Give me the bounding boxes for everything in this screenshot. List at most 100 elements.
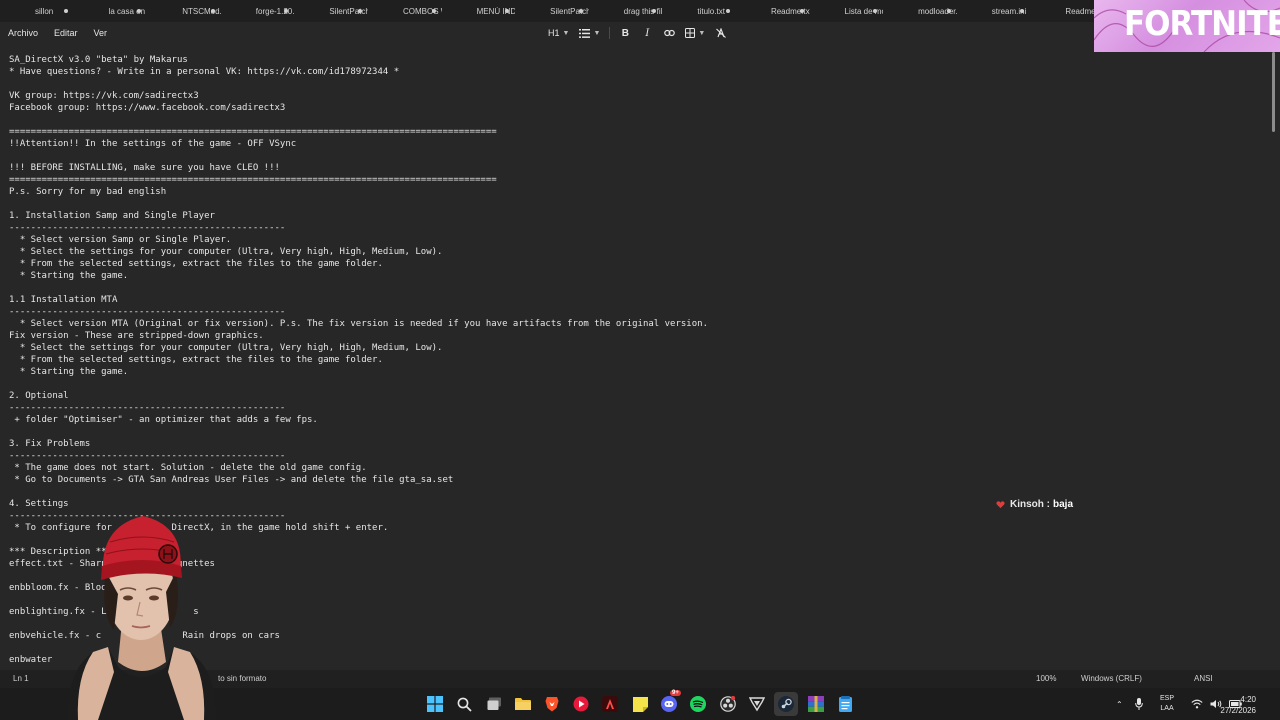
unsaved-dot-icon [63,9,68,13]
tab-label: titulo.txt [697,6,725,16]
notepad-icon [838,696,852,712]
spotify-icon [690,696,706,712]
tab-4[interactable]: SilentPatchE [294,0,368,22]
text-line: 2. Optional [9,391,69,401]
menu-view[interactable]: Ver [86,28,116,38]
discord-button[interactable]: 9+ [661,690,681,712]
tab-label: Lista de mods y cc [844,6,884,16]
text-line [9,426,1268,438]
clear-format-button[interactable] [712,24,730,42]
unsaved-dot-icon [210,9,215,13]
tab-13[interactable]: stream.ini [957,0,1031,22]
text-line: * Starting the game. [9,367,129,377]
tray-chevron-icon[interactable]: ⌃ [1116,700,1123,709]
unsaved-dot-icon [946,9,951,13]
tab-label: modloader.ini [918,6,957,16]
start-button[interactable] [427,696,443,712]
menu-edit[interactable]: Editar [46,28,86,38]
tab-1[interactable]: la casa en to [74,0,148,22]
vertical-scrollbar[interactable] [1268,44,1280,670]
tab-7[interactable]: SilentPatchSA.ini [515,0,589,22]
adobe-icon [602,696,618,712]
sticky-notes-button[interactable] [632,696,648,712]
notepad-button[interactable] [837,696,853,712]
game-launcher-button[interactable] [749,696,765,712]
tab-11[interactable]: Lista de mods y cc [810,0,884,22]
system-tray: ⌃ [1116,688,1143,720]
date: 27/2/2026 [1220,706,1256,715]
tab-8[interactable]: drag this file in yo [589,0,663,22]
tab-10[interactable]: Readme.txt [736,0,810,22]
winrar-button[interactable] [808,696,824,712]
table-dropdown[interactable]: ▼ [682,24,708,42]
text-line: !!Attention!! In the settings of the gam… [9,139,297,149]
unsaved-dot-icon [725,9,730,13]
obs-button[interactable] [720,696,736,712]
tab-3[interactable]: forge-1.20.1-47.4.2 [221,0,295,22]
brave-lion-icon [545,697,559,712]
text-line: + folder "Optimiser" - an optimizer that… [9,415,318,425]
wifi-icon [1191,699,1203,709]
text-line: * From the selected settings, extract th… [9,259,383,269]
search-icon [457,697,472,712]
text-line: ========================================… [9,127,497,137]
text-line [9,150,1268,162]
italic-button[interactable]: I [638,24,656,42]
text-line: * Select the settings for your computer … [9,343,443,353]
menu-file[interactable]: Archivo [0,28,46,38]
tab-12[interactable]: modloader.ini [883,0,957,22]
chevron-down-icon: ▼ [593,29,601,37]
text-line: Facebook group: https://www.facebook.com… [9,103,286,113]
search-button[interactable] [456,696,472,712]
chevron-down-icon: ▼ [562,29,570,37]
steam-icon [778,696,794,712]
bold-button[interactable]: B [616,24,634,42]
tab-14[interactable]: Readme [1030,0,1104,22]
clock[interactable]: 4:20 27/2/2026 [1220,694,1256,716]
tab-label: la casa en to [108,6,148,16]
text-line [9,378,1268,390]
language-code: ESP [1160,695,1175,702]
media-player-button[interactable] [573,696,589,712]
tab-0[interactable]: sillon [0,0,74,22]
input-language[interactable]: ESP LAA [1160,694,1174,714]
scrollbar-thumb[interactable] [1272,52,1275,132]
link-button[interactable] [660,24,678,42]
text-line: P.s. Sorry for my bad english [9,187,167,197]
tab-label: forge-1.20.1-47.4.2 [255,6,295,16]
task-view-icon [487,697,501,710]
format-toolbar: H1 ▼ ▼ B I ▼ [545,22,730,44]
tab-2[interactable]: NTSCMod.otr [147,0,221,22]
italic-icon: I [645,27,650,39]
text-line [9,282,1268,294]
tab-9[interactable]: titulo.txt [662,0,736,22]
text-line: ========================================… [9,175,497,185]
text-line [9,198,1268,210]
text-line: 3. Fix Problems [9,439,91,449]
spotify-button[interactable] [690,696,706,712]
text-line: * The game does not start. Solution - de… [9,463,367,473]
microphone-icon[interactable] [1134,698,1143,710]
task-view-button[interactable] [486,696,502,712]
encoding: ANSI [1194,674,1213,683]
heading-dropdown[interactable]: H1 ▼ [545,24,572,42]
sticky-note-icon [632,696,648,712]
tab-label: MENÚ INDIV [476,6,516,16]
tab-label: NTSCMod.otr [182,6,221,16]
unsaved-dot-icon [431,9,436,13]
archive-icon [808,696,824,712]
streamer-avatar [67,516,217,720]
tab-5[interactable]: COMBOS W [368,0,442,22]
text-line: ----------------------------------------… [9,223,286,233]
text-line: !!! BEFORE INSTALLING, make sure you hav… [9,163,280,173]
file-explorer-button[interactable] [515,696,531,712]
text-line: 1.1 Installation MTA [9,295,118,305]
list-dropdown[interactable]: ▼ [576,24,603,42]
toolbar-divider [609,27,611,39]
steam-button[interactable] [778,696,794,712]
adobe-app-button[interactable] [602,696,618,712]
tab-6[interactable]: MENÚ INDIV [442,0,516,22]
launcher-icon [749,697,765,712]
table-icon [685,28,696,38]
brave-button[interactable] [544,696,560,712]
